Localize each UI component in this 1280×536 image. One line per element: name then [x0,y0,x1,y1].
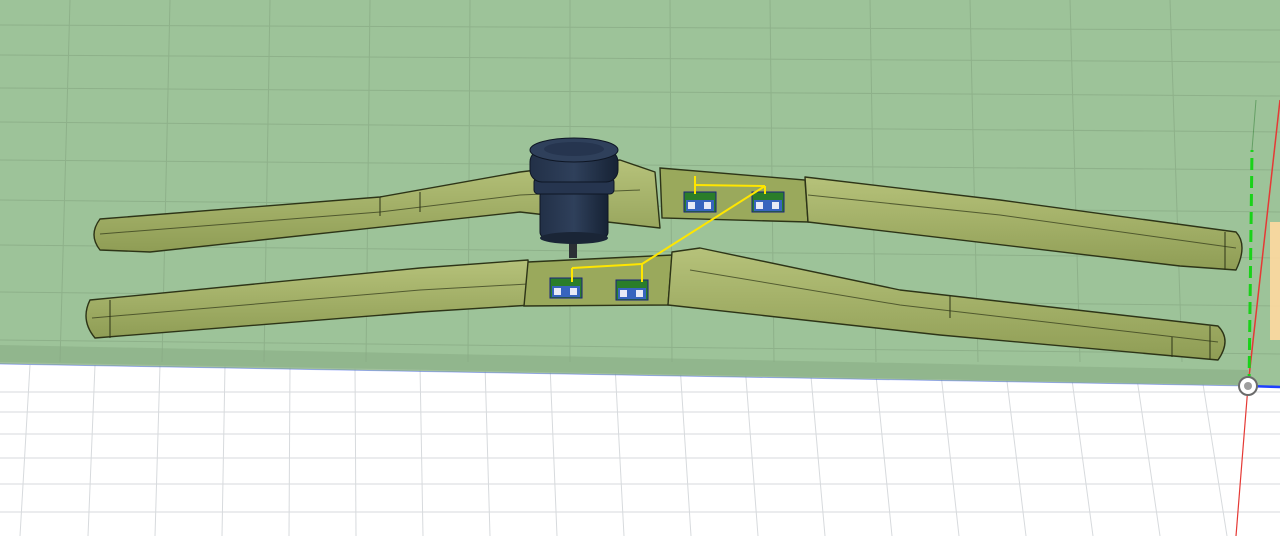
offscreen-panel-edge [1270,222,1280,340]
tab-fixture-icon[interactable] [615,279,649,301]
tab-fixture-icon[interactable] [549,277,583,299]
scene-canvas[interactable] [0,0,1280,536]
cutting-tool-icon[interactable] [529,137,619,258]
cad-3d-viewport[interactable] [0,0,1280,536]
tab-fixture-icon[interactable] [683,191,717,213]
tab-fixture-icon[interactable] [751,191,785,213]
part-lower-center[interactable] [523,254,673,307]
tool-lower-body [539,189,609,239]
